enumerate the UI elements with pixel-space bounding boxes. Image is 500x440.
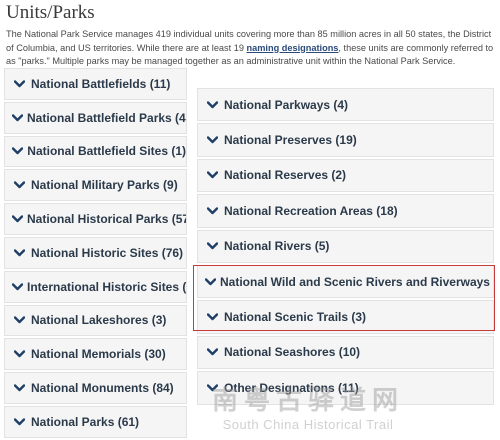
chevron-down-icon [12,316,27,324]
chevron-down-icon [205,136,220,144]
accordion-item-national-seashores[interactable]: National Seashores (10) [197,335,494,370]
accordion-item-label: National Scenic Trails (3) [224,310,367,325]
left-accordion-column: National Battlefields (11) National Battl… [4,68,187,440]
chevron-down-icon [12,384,27,392]
accordion-item-national-historical-parks[interactable]: National Historical Parks (57) [4,203,187,235]
accordion-item-national-historic-sites[interactable]: National Historic Sites (76) [4,236,187,269]
accordion-item-label: National Battlefield Parks (4) [27,110,187,125]
accordion-item-label: National Monuments (84) [31,381,174,396]
chevron-down-icon [12,113,23,122]
accordion-item-national-battlefield-sites[interactable]: National Battlefield Sites (1) [4,135,187,168]
accordion-item-label: National Seashores (10) [224,345,361,360]
accordion-item-national-lakeshores[interactable]: National Lakeshores (3) [4,304,187,337]
accordion-item-national-preserves[interactable]: National Preserves (19) [197,123,494,157]
chevron-down-icon [205,384,220,392]
accordion-item-national-monuments[interactable]: National Monuments (84) [4,372,187,404]
accordion-item-label: International Historic Sites (1) [27,279,187,294]
accordion-item-national-reserves[interactable]: National Reserves (2) [197,158,494,193]
accordion-item-national-battlefields[interactable]: National Battlefields (11) [4,68,187,100]
accordion-item-label: National Military Parks (9) [31,178,178,193]
accordion-item-national-scenic-trails[interactable]: National Scenic Trails (3) [197,300,494,334]
chevron-down-icon [205,348,220,356]
chevron-down-icon [12,147,24,155]
chevron-down-icon [205,277,216,286]
chevron-down-icon [205,313,220,321]
accordion-item-label: National Recreation Areas (18) [224,203,398,218]
naming-designations-link[interactable]: naming designations [247,43,339,53]
chevron-down-icon [205,242,220,250]
accordion-item-label: National Battlefields (11) [31,76,171,91]
accordion-item-label: National Rivers (5) [224,239,330,254]
accordion-item-national-parks[interactable]: National Parks (61) [4,405,187,438]
accordion-item-national-military-parks[interactable]: National Military Parks (9) [4,169,187,202]
accordion-item-label: National Historic Sites (76) [31,245,184,260]
accordion-item-other-designations[interactable]: Other Designations (11) [197,371,494,405]
accordion-item-label: National Historical Parks (57) [27,212,187,227]
accordion-item-national-memorials[interactable]: National Memorials (30) [4,338,187,371]
chevron-down-icon [12,350,27,358]
chevron-down-icon [12,215,23,223]
chevron-down-icon [12,249,27,257]
right-accordion-column: National Parkways (4) National Preserves … [197,88,494,407]
accordion-item-national-recreation-areas[interactable]: National Recreation Areas (18) [197,194,494,228]
accordion-item-label: National Battlefield Sites (1) [27,144,186,159]
chevron-down-icon [205,171,220,179]
accordion-item-label: National Memorials (30) [31,347,166,362]
accordion-item-label: National Parks (61) [31,414,140,429]
accordion-item-national-battlefield-parks[interactable]: National Battlefield Parks (4) [4,101,187,134]
accordion-item-label: National Reserves (2) [224,168,347,183]
chevron-down-icon [12,181,27,189]
chevron-down-icon [205,100,220,109]
chevron-down-icon [205,207,220,215]
accordion-item-national-rivers[interactable]: National Rivers (5) [197,229,494,263]
chevron-down-icon [12,80,27,88]
watermark-english: South China Historical Trail [222,417,394,432]
accordion-item-label: National Parkways (4) [224,97,349,112]
accordion-item-international-historic-sites[interactable]: International Historic Sites (1) [4,270,187,303]
accordion-item-label: National Preserves (19) [224,133,357,148]
chevron-down-icon [12,282,23,291]
accordion-item-label: National Wild and Scenic Rivers and Rive… [220,274,494,289]
accordion-item-label: Other Designations (11) [224,380,359,395]
accordion-item-national-parkways[interactable]: National Parkways (4) [197,88,494,122]
accordion-item-label: National Lakeshores (3) [31,313,167,328]
chevron-down-icon [12,418,27,426]
page-title: Units/Parks [6,2,95,23]
accordion-item-national-wild-and-scenic-rivers-and-riverways[interactable]: National Wild and Scenic Rivers and Rive… [197,264,494,299]
intro-paragraph: The National Park Service manages 419 in… [6,28,494,69]
